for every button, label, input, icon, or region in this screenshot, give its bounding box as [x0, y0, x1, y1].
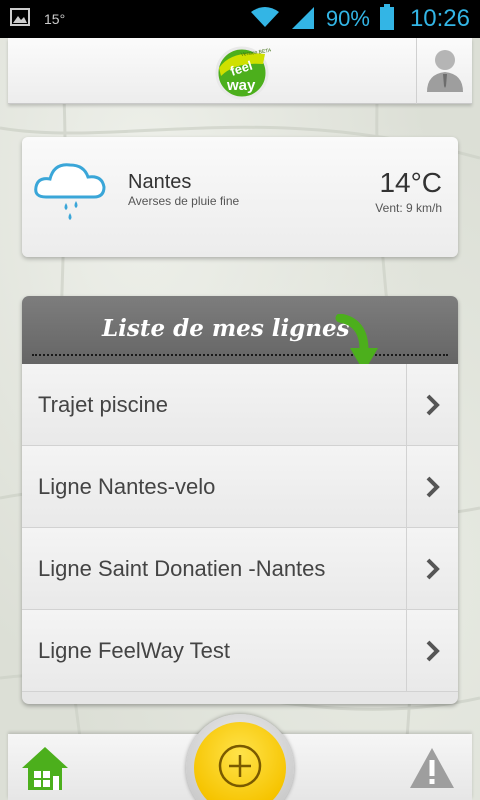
status-temperature: 15°	[44, 11, 66, 27]
line-item-label: Trajet piscine	[38, 392, 169, 417]
line-item-nantes-velo[interactable]: Ligne Nantes-velo	[22, 446, 458, 528]
my-lines-title: Liste de mes lignes	[102, 315, 350, 342]
line-item-trajet-piscine[interactable]: Trajet piscine	[22, 364, 458, 446]
weather-city: Nantes	[128, 171, 192, 193]
weather-temperature: 14°C	[379, 167, 442, 198]
add-button-face	[194, 722, 286, 800]
svg-text:way: way	[226, 77, 256, 94]
battery-icon	[379, 3, 394, 35]
home-icon	[22, 747, 68, 790]
chevron-right-icon	[406, 364, 458, 446]
warning-icon	[410, 748, 454, 788]
gallery-notification-icon	[10, 7, 30, 31]
chevron-right-icon	[406, 446, 458, 528]
plus-icon	[218, 744, 262, 788]
app-header: feel way Version BETA	[8, 38, 472, 104]
rain-cloud-icon	[32, 155, 108, 230]
weather-card: Nantes Averses de pluie fine 14°C Vent: …	[22, 137, 458, 257]
user-profile-button[interactable]	[416, 38, 472, 104]
my-lines-header: Liste de mes lignes	[22, 296, 458, 372]
chevron-right-icon	[406, 610, 458, 692]
feelway-logo: feel way Version BETA	[213, 42, 272, 100]
alert-button[interactable]	[408, 746, 456, 792]
weather-wind: Vent: 9 km/h	[375, 201, 442, 215]
divider	[32, 354, 448, 356]
battery-percent: 90%	[325, 6, 370, 31]
home-button[interactable]	[20, 744, 70, 794]
user-avatar-icon	[425, 46, 465, 97]
my-lines-panel: Liste de mes lignes Trajet piscine Ligne…	[22, 296, 458, 704]
line-item-label: Ligne FeelWay Test	[38, 638, 230, 663]
line-item-feelway-test[interactable]: Ligne FeelWay Test	[22, 610, 458, 692]
chevron-right-icon	[406, 528, 458, 610]
weather-description: Averses de pluie fine	[128, 194, 240, 208]
signal-icon	[290, 5, 316, 34]
status-bar: 15° 90% 10:26	[0, 0, 480, 38]
line-item-label: Ligne Saint Donatien -Nantes	[38, 556, 326, 581]
line-item-saint-donatien[interactable]: Ligne Saint Donatien -Nantes	[22, 528, 458, 610]
wifi-icon	[250, 6, 280, 33]
line-item-label: Ligne Nantes-velo	[38, 474, 216, 499]
status-time: 10:26	[409, 5, 470, 32]
